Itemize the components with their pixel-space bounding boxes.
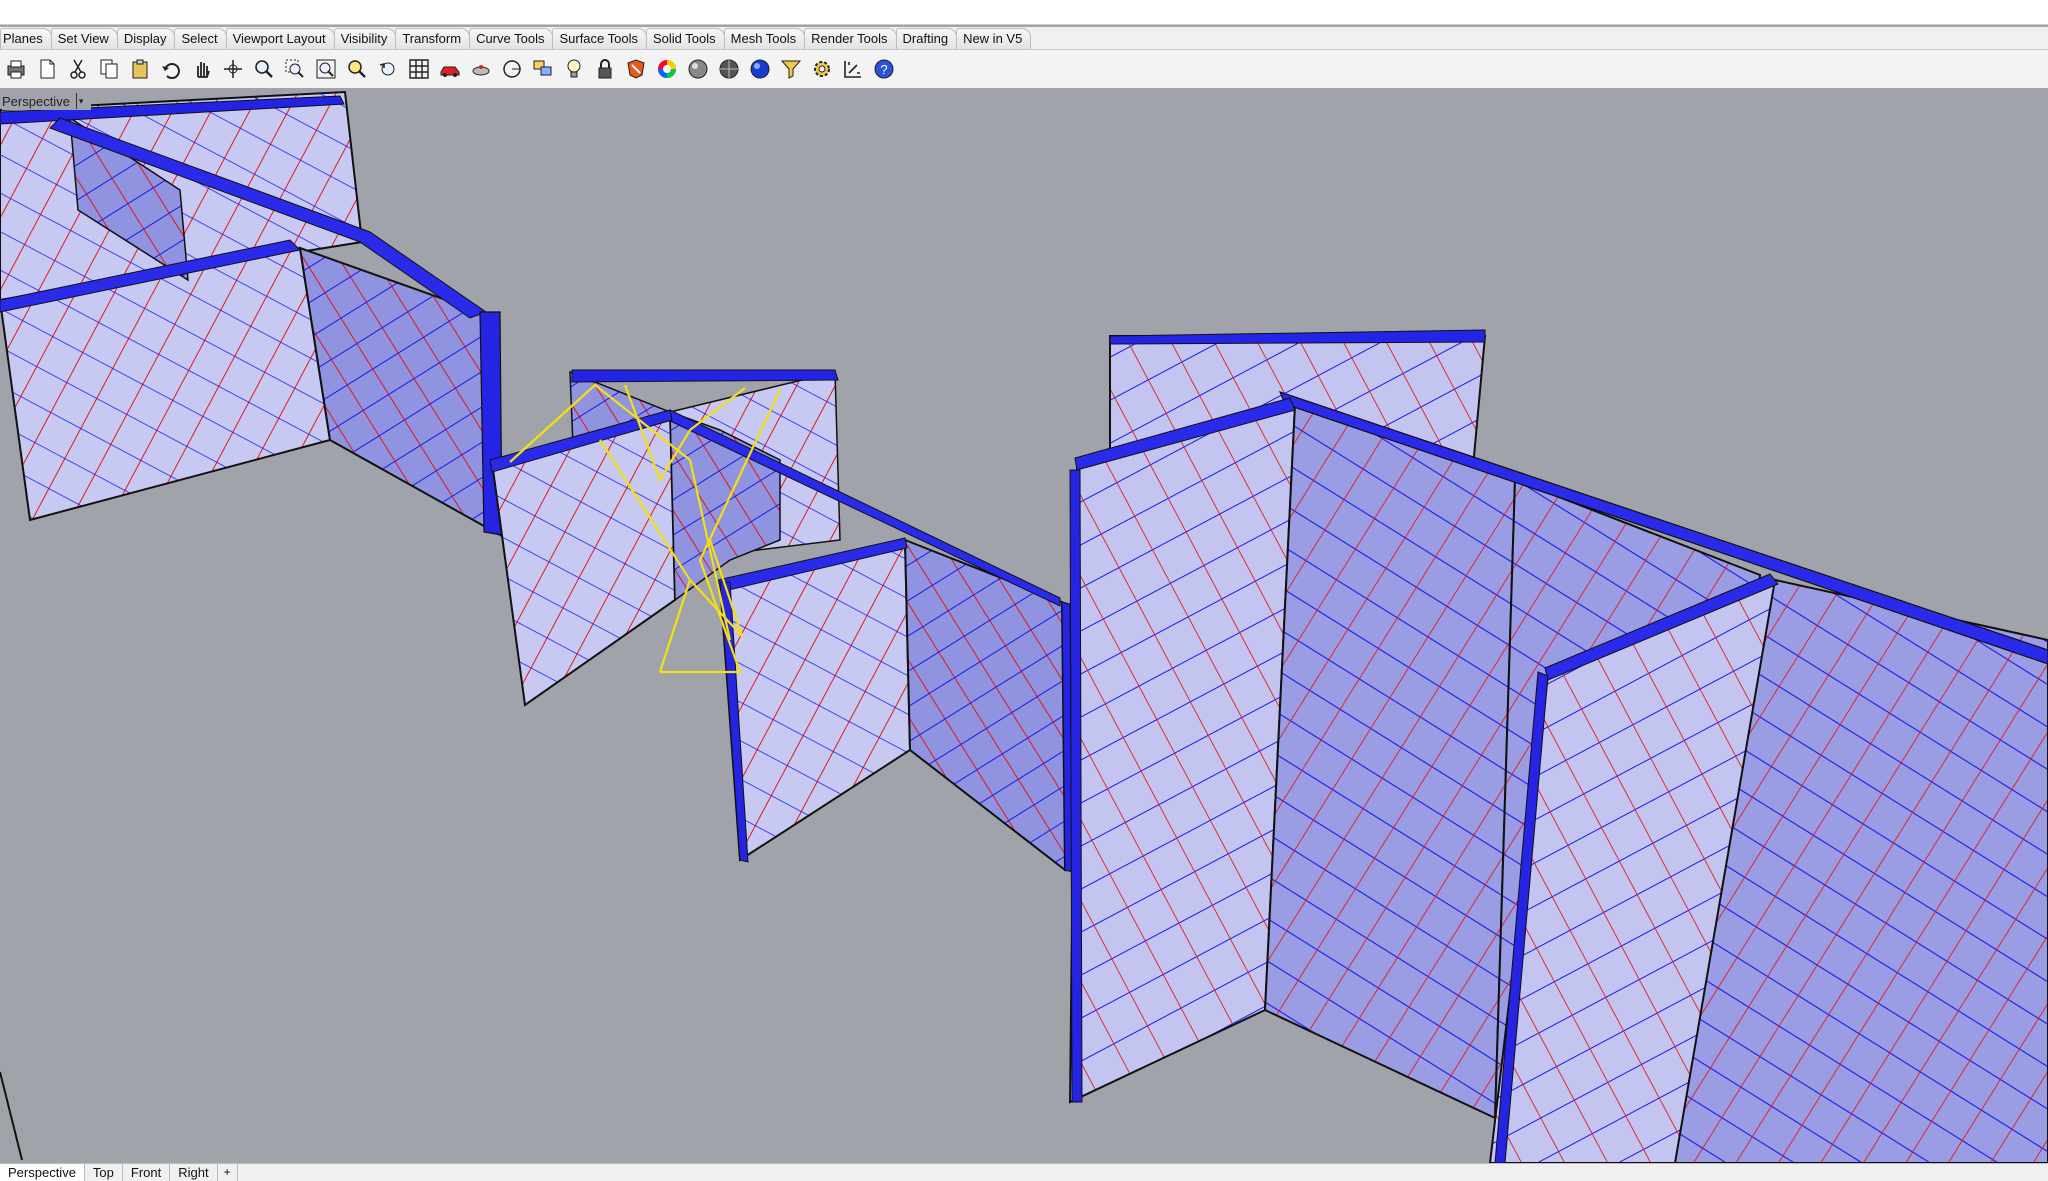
filter-icon[interactable] <box>777 56 804 83</box>
tab-transform[interactable]: Transform <box>395 28 471 49</box>
tab-new-in-v5[interactable]: New in V5 <box>956 28 1032 49</box>
zoom-window-icon[interactable] <box>281 56 308 83</box>
tab-drafting[interactable]: Drafting <box>895 28 958 49</box>
panel-cluster-right[interactable] <box>1068 329 2048 1163</box>
add-viewport-tab-icon[interactable]: + <box>218 1164 238 1181</box>
model-scene[interactable] <box>0 88 2048 1163</box>
copy-icon[interactable] <box>95 56 122 83</box>
circle-icon[interactable] <box>498 56 525 83</box>
zoom-extents-icon[interactable] <box>312 56 339 83</box>
svg-text:?: ? <box>880 62 887 77</box>
paste-icon[interactable] <box>126 56 153 83</box>
tab-viewport-layout[interactable]: Viewport Layout <box>225 28 335 49</box>
new-document-icon[interactable] <box>33 56 60 83</box>
toolbar-tabs: Planes Set View Display Select Viewport Layo… <box>0 27 1032 49</box>
undo-icon[interactable] <box>157 56 184 83</box>
tab-visibility[interactable]: Visibility <box>333 28 397 49</box>
tab-curve-tools[interactable]: Curve Tools <box>469 28 554 49</box>
shield-icon[interactable] <box>622 56 649 83</box>
view-tab-perspective[interactable]: Perspective <box>0 1164 85 1181</box>
help-icon[interactable]: ? <box>870 56 897 83</box>
viewport-menu-arrow-icon[interactable]: ▾ <box>75 93 91 109</box>
viewport-tab-bar: Perspective Top Front Right + <box>0 1163 2048 1181</box>
zoom-icon[interactable] <box>250 56 277 83</box>
pan-hand-icon[interactable] <box>188 56 215 83</box>
gear-icon[interactable] <box>808 56 835 83</box>
panel-cluster-left[interactable] <box>0 90 503 537</box>
rotate-view-icon[interactable] <box>219 56 246 83</box>
color-wheel-icon[interactable] <box>653 56 680 83</box>
shaded-sphere-icon[interactable] <box>715 56 742 83</box>
grid-icon[interactable] <box>405 56 432 83</box>
viewport-perspective[interactable]: Perspective ▾ <box>0 88 2048 1163</box>
undo-view-icon[interactable] <box>374 56 401 83</box>
render-sphere-icon[interactable] <box>684 56 711 83</box>
print-icon[interactable] <box>2 56 29 83</box>
tab-set-view[interactable]: Set View <box>50 28 118 49</box>
tab-planes[interactable]: Planes <box>0 28 52 49</box>
car-icon[interactable] <box>436 56 463 83</box>
ground-edge <box>0 1071 23 1161</box>
tab-display[interactable]: Display <box>116 28 176 49</box>
layers-icon[interactable] <box>529 56 556 83</box>
view-tab-front[interactable]: Front <box>123 1164 171 1181</box>
viewport-tabs: Perspective Top Front Right + <box>0 1164 238 1181</box>
viewport-name: Perspective <box>2 93 70 109</box>
tab-select[interactable]: Select <box>174 28 227 49</box>
tab-mesh-tools[interactable]: Mesh Tools <box>723 28 806 49</box>
title-strip <box>0 0 2048 25</box>
toolbar-buttons: ? <box>2 50 897 88</box>
tab-solid-tools[interactable]: Solid Tools <box>646 28 725 49</box>
material-sphere-icon[interactable] <box>746 56 773 83</box>
zoom-selected-icon[interactable] <box>343 56 370 83</box>
view-tab-right[interactable]: Right <box>170 1164 218 1181</box>
tab-surface-tools[interactable]: Surface Tools <box>552 28 647 49</box>
light-bulb-icon[interactable] <box>560 56 587 83</box>
toolbar-tab-bar: Planes Set View Display Select Viewport Layo… <box>0 27 2048 50</box>
panel-cluster-middle[interactable] <box>489 369 1073 873</box>
lock-icon[interactable] <box>591 56 618 83</box>
cut-icon[interactable] <box>64 56 91 83</box>
tab-render-tools[interactable]: Render Tools <box>804 28 897 49</box>
dimension-icon[interactable] <box>839 56 866 83</box>
main-toolbar: ? <box>0 50 2048 89</box>
object-snap-icon[interactable] <box>467 56 494 83</box>
view-tab-top[interactable]: Top <box>85 1164 123 1181</box>
viewport-label[interactable]: Perspective ▾ <box>2 92 91 110</box>
